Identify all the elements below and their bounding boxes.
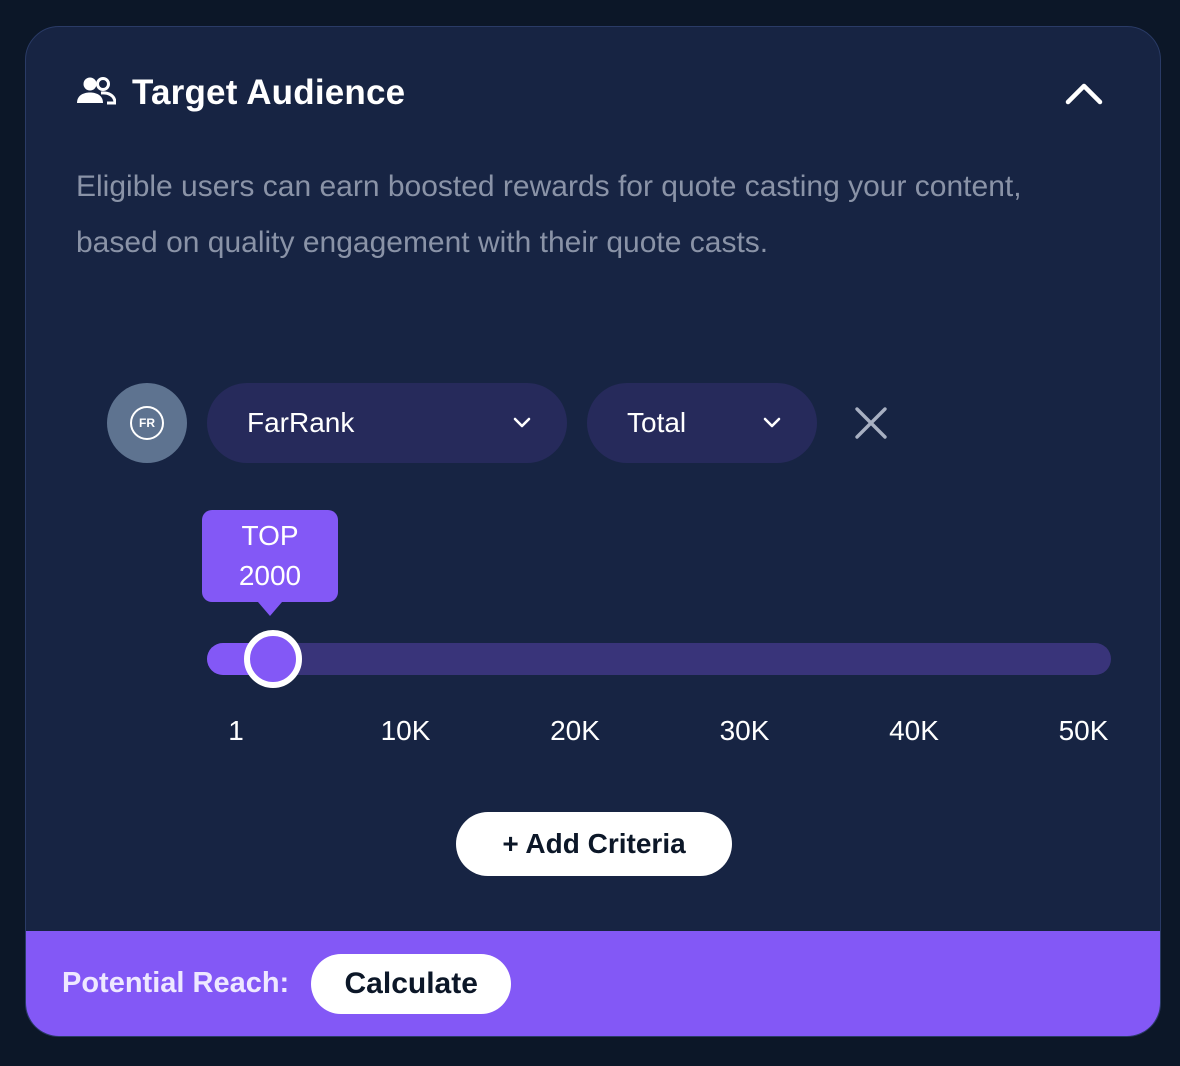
description-text: Eligible users can earn boosted rewards … xyxy=(76,159,1086,271)
potential-reach-label: Potential Reach: xyxy=(62,967,290,999)
metric-dropdown[interactable]: FarRank xyxy=(207,383,567,463)
tooltip-prefix: TOP xyxy=(241,520,299,551)
calculate-button[interactable]: Calculate xyxy=(311,953,512,1014)
add-criteria-button[interactable]: + Add Criteria xyxy=(456,812,732,876)
remove-criteria-button[interactable] xyxy=(851,403,891,443)
scope-dropdown[interactable]: Total xyxy=(587,383,817,463)
slider-tick-label: 10K xyxy=(380,715,431,746)
slider-tick-label: 50K xyxy=(1058,715,1109,746)
potential-reach-bar: Potential Reach: Calculate xyxy=(26,931,1160,1036)
metric-dropdown-value: FarRank xyxy=(247,407,355,438)
panel-title: Target Audience xyxy=(132,73,406,112)
slider-tick-label: 40K xyxy=(889,715,939,746)
slider-tick-label: 20K xyxy=(550,715,600,746)
collapse-button[interactable] xyxy=(1062,73,1106,113)
rank-slider-thumb[interactable] xyxy=(243,630,302,688)
slider-value-tooltip: TOP 2000 xyxy=(202,510,338,616)
criteria-row: FR FarRank Total xyxy=(107,383,1007,463)
description-line-1: Eligible users can earn boosted rewards … xyxy=(76,170,1022,203)
rank-slider-track[interactable] xyxy=(207,630,1111,688)
users-icon xyxy=(76,76,132,111)
slider-tick-label: 1 xyxy=(228,715,244,746)
description-line-2: based on quality engagement with their q… xyxy=(76,226,769,259)
close-icon xyxy=(855,407,887,439)
chevron-down-icon xyxy=(513,417,531,428)
chevron-down-icon xyxy=(763,417,781,428)
tooltip-value: 2000 xyxy=(238,560,302,591)
target-audience-panel: Target Audience Eligible users can earn … xyxy=(25,26,1161,1037)
scope-dropdown-value: Total xyxy=(627,407,687,438)
farrank-logo: FR xyxy=(130,406,164,440)
panel-header: Target Audience xyxy=(76,71,1106,115)
farrank-badge: FR xyxy=(107,383,187,463)
slider-tick-label: 30K xyxy=(719,715,770,746)
chevron-up-icon xyxy=(1065,83,1103,105)
